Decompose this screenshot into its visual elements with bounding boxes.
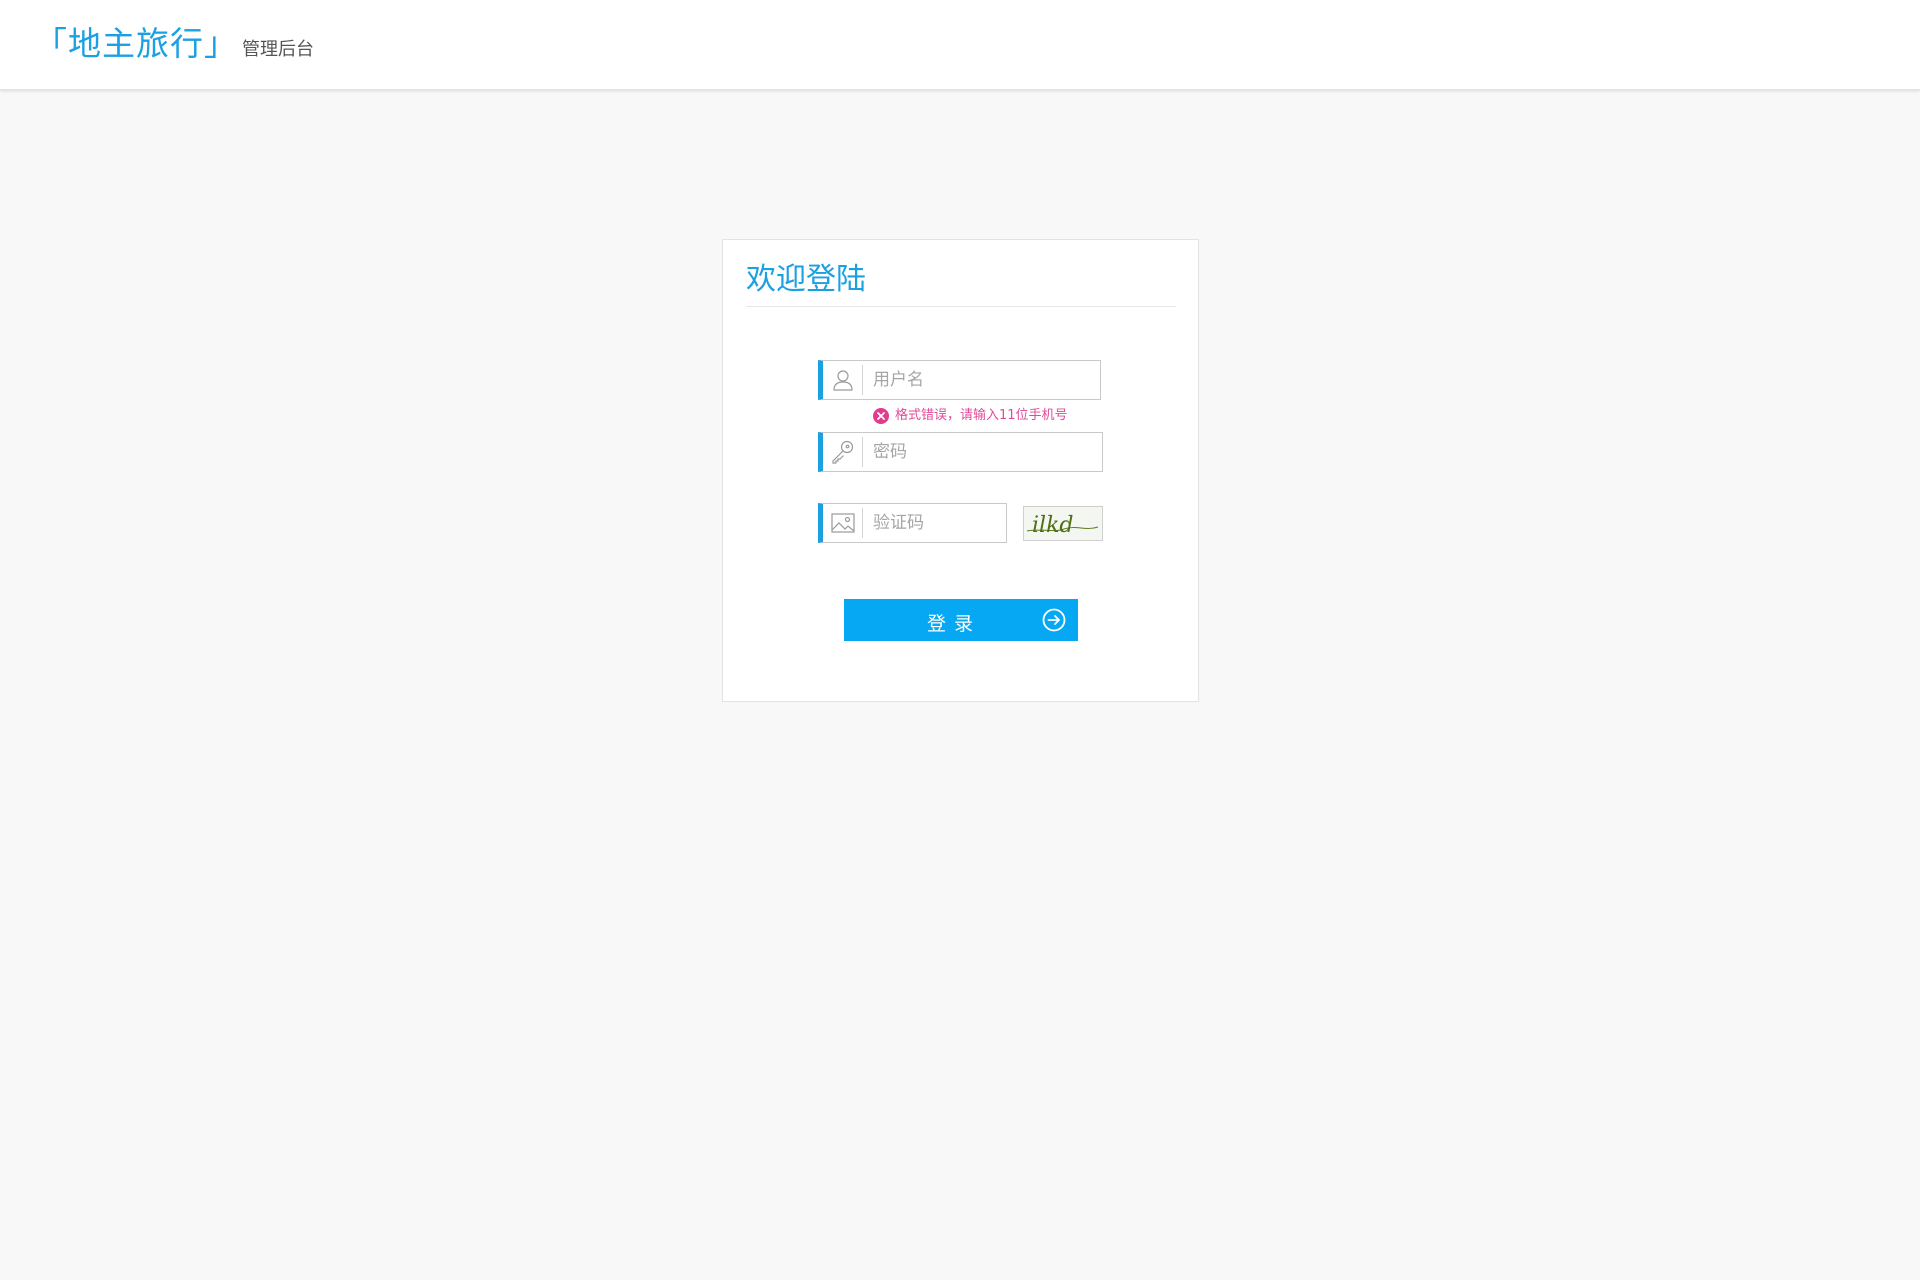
login-button[interactable]: 登录 [844, 599, 1078, 641]
image-icon [823, 508, 863, 538]
login-button-label: 登录 [926, 613, 981, 635]
username-field [818, 360, 1101, 400]
username-error: 格式错误，请输入11位手机号 [873, 408, 1068, 424]
password-input[interactable] [863, 436, 1055, 468]
key-icon [823, 437, 863, 467]
captcha-graphic: ilkd [1026, 513, 1099, 538]
captcha-image[interactable]: ilkd [1023, 506, 1103, 541]
brand-name: 「地主旅行」 [34, 24, 238, 63]
brand-subtitle: 管理后台 [242, 39, 314, 60]
password-field [818, 432, 1103, 472]
username-error-text: 格式错误，请输入11位手机号 [895, 408, 1068, 423]
top-header: 「地主旅行」 管理后台 [0, 0, 1920, 90]
username-input[interactable] [863, 364, 1055, 396]
login-card: 欢迎登陆 格式错误，请输入11位手机号 [722, 239, 1199, 702]
login-title: 欢迎登陆 [746, 262, 866, 297]
user-icon [823, 365, 863, 395]
captcha-text: ilkd [1032, 513, 1074, 538]
brand: 「地主旅行」 管理后台 [34, 24, 314, 64]
captcha-input[interactable] [863, 507, 975, 539]
error-x-icon [873, 408, 889, 424]
arrow-right-circle-icon [1042, 608, 1066, 632]
title-divider [746, 306, 1176, 307]
captcha-field [818, 503, 1007, 543]
